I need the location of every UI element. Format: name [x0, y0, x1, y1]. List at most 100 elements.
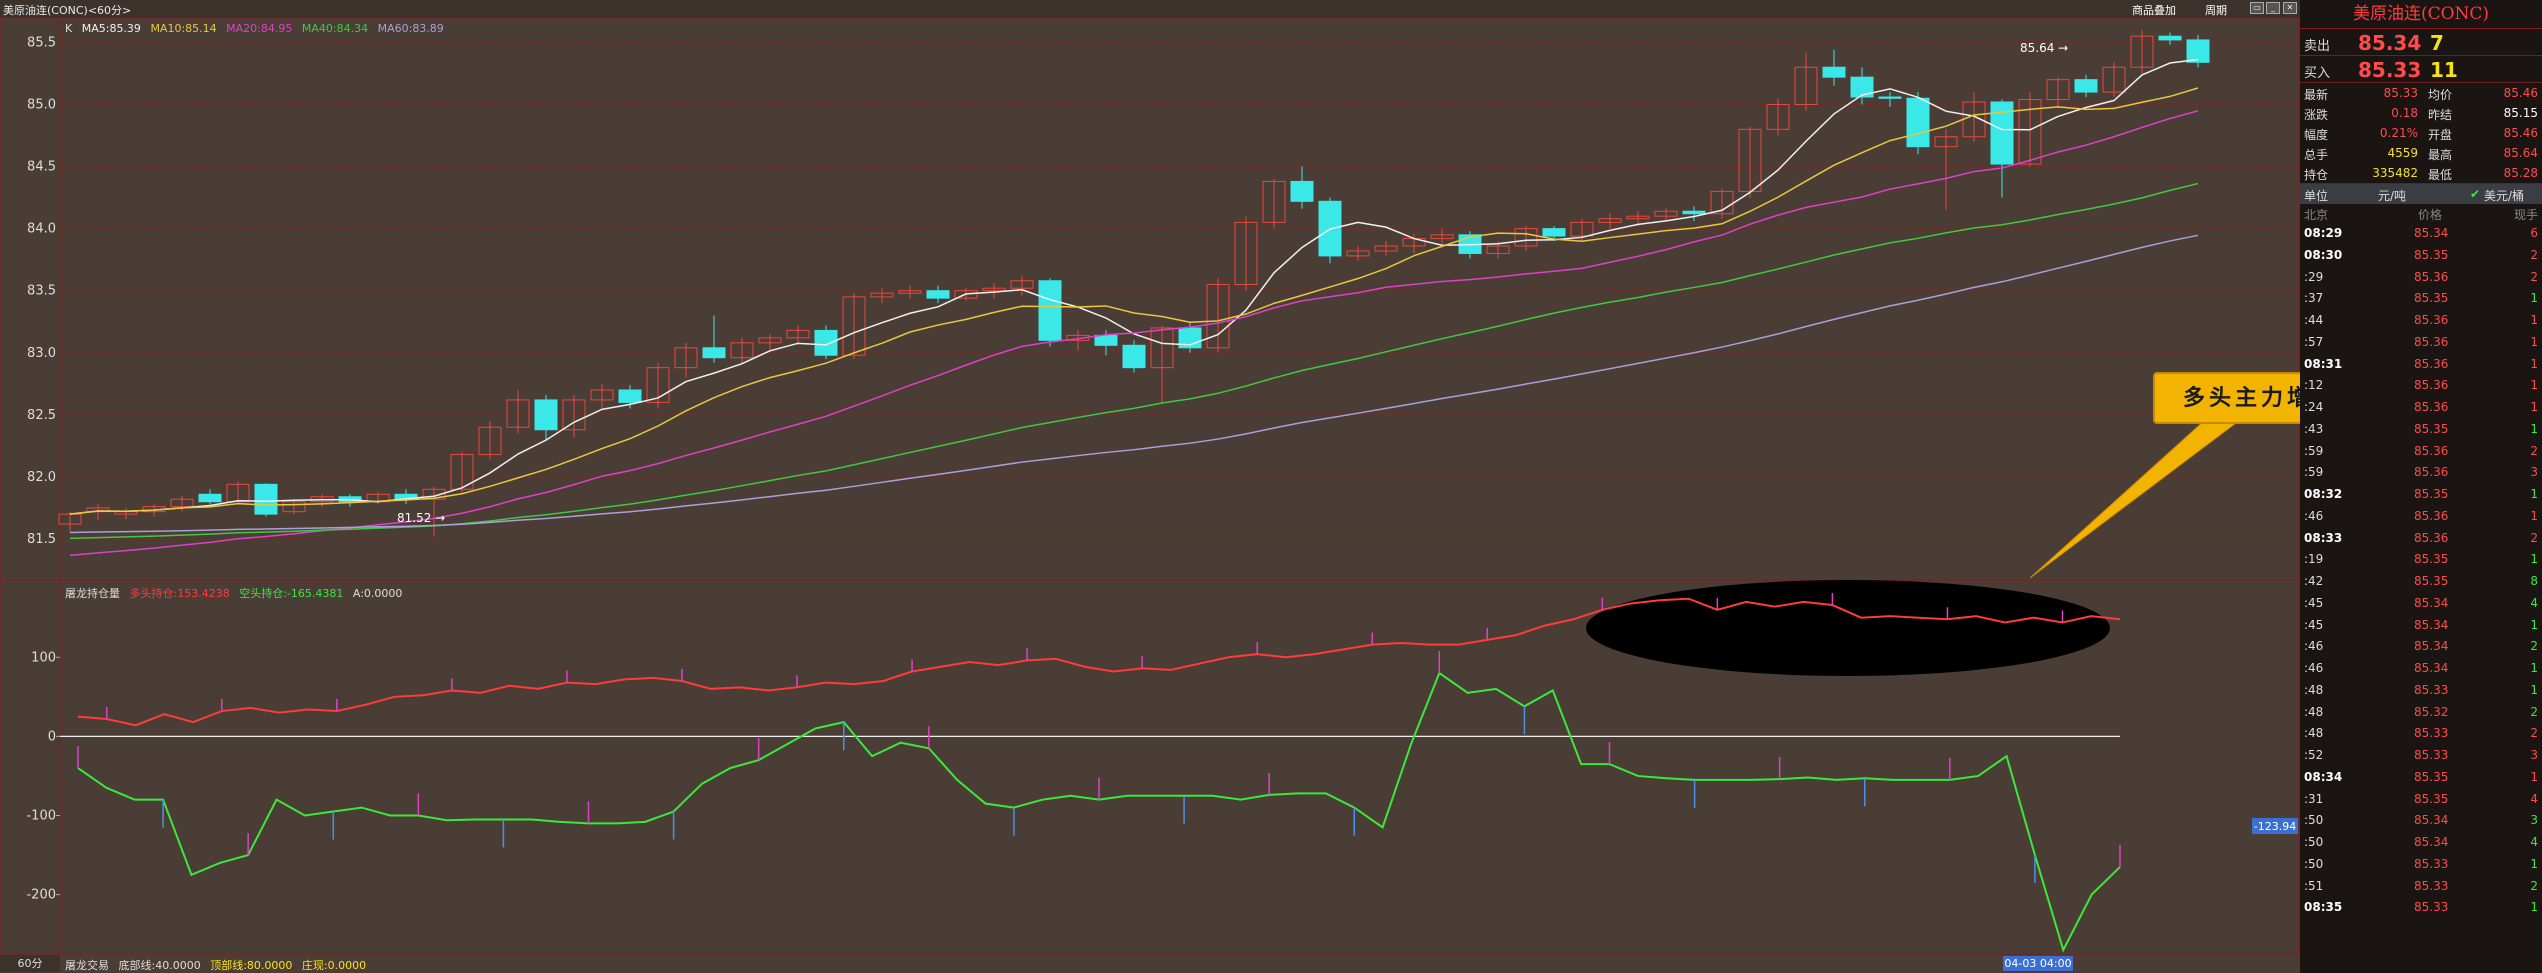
tick-row[interactable]: :45 85.34 4 [2300, 592, 2542, 614]
candle-down [2158, 35, 2182, 41]
tick-row[interactable]: :19 85.35 1 [2300, 548, 2542, 570]
tick-volume: 1 [2530, 334, 2538, 349]
tick-row[interactable]: :59 85.36 3 [2300, 461, 2542, 483]
tick-time: :46 [2304, 639, 2324, 654]
unit-value[interactable]: 元/吨 [2378, 187, 2406, 204]
stat-row: 最新 85.33 均价 85.46 [2300, 83, 2542, 103]
unit-check-icon[interactable]: ✔ [2470, 187, 2480, 201]
tick-row[interactable]: :29 85.36 2 [2300, 266, 2542, 288]
tick-row[interactable]: 08:34 85.35 1 [2300, 766, 2542, 788]
tick-price: 85.33 [2414, 878, 2449, 893]
kline-tick-label: 85.0 [27, 97, 56, 112]
tick-time: :48 [2304, 682, 2324, 697]
tick-volume: 1 [2530, 900, 2538, 915]
tick-price: 85.35 [2414, 552, 2449, 567]
tick-volume: 1 [2530, 661, 2538, 675]
tick-row[interactable]: :51 85.33 2 [2300, 875, 2542, 897]
candle-down [1290, 180, 1314, 202]
tick-row[interactable]: :44 85.36 1 [2300, 309, 2542, 331]
tick-row[interactable]: :48 85.32 2 [2300, 701, 2542, 723]
candle-down [926, 290, 950, 299]
th-price: 价格 [2418, 208, 2443, 222]
kline-legend: K MA5:85.39 MA10:85.14 MA20:84.95 MA40:8… [65, 22, 450, 35]
kline-pane-frame [0, 17, 2300, 581]
tick-volume: 1 [2530, 682, 2538, 697]
tick-row[interactable]: :59 85.36 2 [2300, 440, 2542, 462]
tick-row[interactable]: :42 85.35 8 [2300, 570, 2542, 592]
tick-price: 85.35 [2414, 487, 2449, 501]
kline-tick-label: 84.0 [27, 222, 56, 237]
tick-time: :46 [2304, 661, 2324, 675]
tick-row[interactable]: :52 85.33 3 [2300, 744, 2542, 766]
tick-volume: 1 [2530, 421, 2538, 436]
tick-row[interactable]: :46 85.34 1 [2300, 657, 2542, 679]
stat-value: 4559 [2387, 146, 2418, 160]
short-position-line [77, 671, 2121, 953]
tick-row[interactable]: :57 85.36 1 [2300, 331, 2542, 353]
tick-row[interactable]: 08:31 85.36 1 [2300, 353, 2542, 375]
tick-row[interactable]: :24 85.36 1 [2300, 396, 2542, 418]
stat-row: 幅度 0.21% 开盘 85.46 [2300, 123, 2542, 143]
tick-price: 85.32 [2414, 704, 2449, 719]
candle-down [254, 483, 278, 515]
legend-ma5: MA5:85.39 [81, 22, 141, 35]
legend-ma60: MA60:83.89 [377, 22, 444, 35]
sell-price: 85.34 [2358, 31, 2422, 55]
candle-down [534, 399, 558, 431]
tick-volume: 1 [2530, 617, 2538, 632]
chart-canvas[interactable]: 85.5 85.0 84.5 84.0 83.5 83.0 82.5 82.0 81.5 85.6… [0, 0, 2300, 973]
tick-price: 85.34 [2414, 595, 2449, 610]
tick-row[interactable]: :37 85.35 1 [2300, 287, 2542, 309]
tick-row[interactable]: :43 85.35 1 [2300, 418, 2542, 440]
tick-time: :59 [2304, 465, 2324, 480]
bottom-indicator-name: 屠龙交易 [65, 959, 109, 972]
tick-row[interactable]: :12 85.36 1 [2300, 374, 2542, 396]
tick-row[interactable]: 08:29 85.34 6 [2300, 222, 2542, 244]
unit-option[interactable]: 美元/桶 [2484, 187, 2524, 204]
tick-row[interactable]: :50 85.33 1 [2300, 853, 2542, 875]
tick-time: :50 [2304, 856, 2324, 871]
tick-row[interactable]: 08:33 85.36 2 [2300, 527, 2542, 549]
tick-price: 85.35 [2414, 291, 2449, 306]
kline-tick-label: 82.5 [27, 408, 56, 423]
stat-value: 85.46 [2503, 126, 2538, 140]
tick-row[interactable]: :50 85.34 3 [2300, 809, 2542, 831]
bottom-legend: 屠龙交易 底部线:40.0000 顶部线:80.0000 庄现:0.0000 [65, 957, 372, 973]
tick-time: :29 [2304, 269, 2324, 284]
tick-row[interactable]: 08:30 85.35 2 [2300, 244, 2542, 266]
tick-row[interactable]: :31 85.35 4 [2300, 788, 2542, 810]
tick-volume: 1 [2530, 400, 2538, 414]
tick-row[interactable]: :50 85.34 4 [2300, 831, 2542, 853]
tick-row[interactable]: :48 85.33 2 [2300, 722, 2542, 744]
tick-row[interactable]: :46 85.34 2 [2300, 635, 2542, 657]
tick-time: :45 [2304, 617, 2324, 632]
indicator-name: 屠龙持仓量 [65, 587, 120, 600]
unit-label: 单位 [2304, 189, 2329, 203]
tick-row[interactable]: :45 85.34 1 [2300, 614, 2542, 636]
tick-time: :48 [2304, 726, 2324, 741]
candle-down [198, 493, 222, 503]
tick-time: :44 [2304, 313, 2324, 327]
indicator-tick-label: 100 [31, 650, 56, 665]
tick-row[interactable]: 08:32 85.35 1 [2300, 483, 2542, 505]
tick-table-header: 北京 价格 现手 [2300, 204, 2542, 222]
stat-value: 0.18 [2391, 106, 2418, 120]
tick-volume: 3 [2530, 813, 2538, 828]
tick-row[interactable]: 08:35 85.33 1 [2300, 896, 2542, 918]
sell-row: 卖出 85.34 7 [2300, 29, 2542, 56]
candle-down [702, 347, 726, 359]
tick-row[interactable]: :48 85.33 1 [2300, 679, 2542, 701]
tick-volume: 2 [2530, 269, 2538, 284]
th-time: 北京 [2304, 208, 2329, 222]
tick-volume: 2 [2530, 704, 2538, 719]
bottom-line-low: 底部线:40.0000 [118, 959, 201, 972]
tick-time: 08:34 [2304, 769, 2343, 784]
stat-label: 最低 [2428, 168, 2453, 182]
period-badge[interactable]: 60分 [0, 955, 60, 972]
tick-row[interactable]: :46 85.36 1 [2300, 505, 2542, 527]
tick-time: :42 [2304, 574, 2324, 588]
tick-price: 85.36 [2414, 313, 2449, 327]
ma-line-ma5 [69, 58, 2199, 515]
tick-table[interactable]: 08:29 85.34 6 08:30 85.35 2:29 85.36 2:37… [2300, 222, 2542, 918]
tick-time: :59 [2304, 443, 2324, 458]
